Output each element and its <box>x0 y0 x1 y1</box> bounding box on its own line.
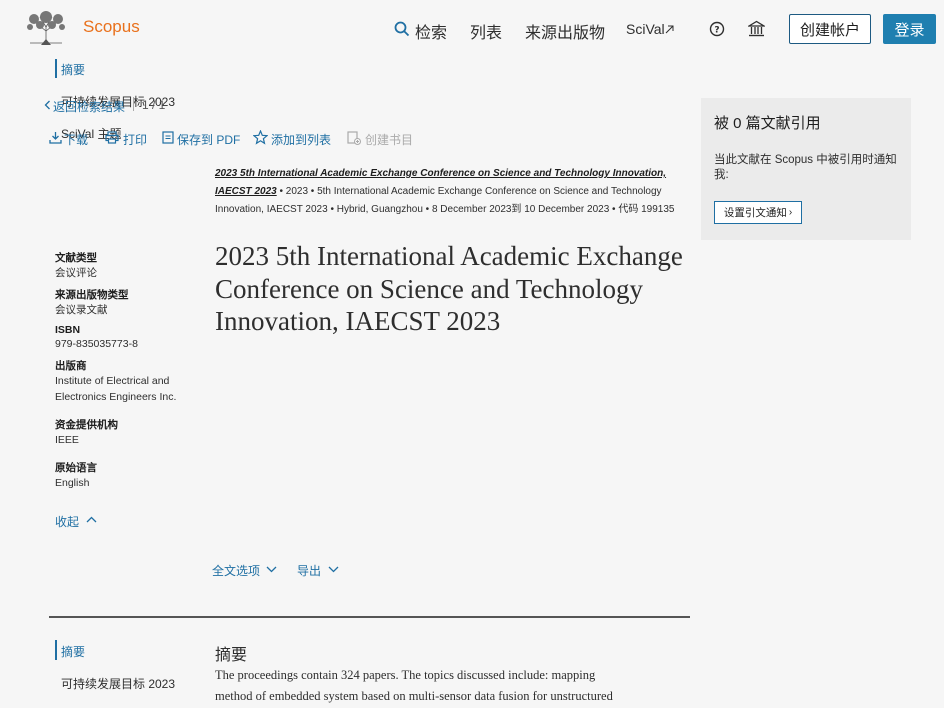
doc-type-value: 会议评论 <box>55 267 97 279</box>
section-divider <box>49 616 690 618</box>
nav-sources[interactable]: 来源出版物 <box>525 19 605 43</box>
doc-type-label: 文献类型 <box>55 252 97 264</box>
cited-by-panel: 被 0 篇文献引用 当此文献在 Scopus 中被引用时通知我: 设置引文通知 … <box>701 98 911 240</box>
isbn-label: ISBN <box>55 324 81 336</box>
chevron-right-icon: › <box>788 207 793 218</box>
star-icon[interactable] <box>253 130 268 145</box>
abstract-heading: 摘要 <box>215 647 248 664</box>
export-button[interactable]: 导出 <box>297 562 321 579</box>
metadata-panel: 文献类型 会议评论 来源出版物类型 会议录文献 ISBN 979-8350357… <box>55 250 205 491</box>
login-button[interactable]: 登录 <box>883 14 936 44</box>
bibliography-icon <box>347 131 361 145</box>
search-icon[interactable] <box>394 21 410 37</box>
print-button[interactable]: 打印 <box>123 131 147 148</box>
publisher-value-1: Institute of Electrical and <box>55 375 170 387</box>
create-account-button[interactable]: 创建帐户 <box>789 14 871 44</box>
top-header: Scopus 检索 列表 来源出版物 SciVal ? 创建帐户 登录 <box>0 0 944 58</box>
source-details: • 2023 • 5th International Academic Exch… <box>279 186 662 197</box>
toc-active-indicator-bottom <box>55 640 57 660</box>
create-bibliography-button: 创建书目 <box>365 133 414 147</box>
toc-abstract-link[interactable]: 摘要 <box>61 61 85 78</box>
print-icon[interactable] <box>105 131 119 144</box>
divider <box>133 97 134 111</box>
institution-icon[interactable] <box>748 20 765 37</box>
set-citation-alert-button[interactable]: 设置引文通知 › <box>714 201 802 224</box>
set-citation-alert-label: 设置引文通知 <box>723 207 787 219</box>
download-icon[interactable] <box>49 131 62 144</box>
source-type-label: 来源出版物类型 <box>55 289 129 301</box>
source-details-2: Innovation, IAECST 2023 • Hybrid, Guangz… <box>215 204 675 215</box>
source-title-link[interactable]: 2023 5th International Academic Exchange… <box>215 168 666 179</box>
language-value: English <box>55 477 90 489</box>
cited-by-description: 当此文献在 Scopus 中被引用时通知我: <box>714 154 897 181</box>
save-pdf-icon[interactable] <box>162 131 174 144</box>
download-button[interactable]: 下载 <box>64 131 88 148</box>
language-label: 原始语言 <box>55 462 97 474</box>
abstract-line-2: method of embedded system based on multi… <box>215 689 613 703</box>
full-text-options-button[interactable]: 全文选项 <box>212 562 260 579</box>
publisher-label: 出版商 <box>55 360 87 372</box>
external-link-icon <box>665 25 674 34</box>
add-to-list-button[interactable]: 添加到列表 <box>271 131 331 148</box>
abstract-text: The proceedings contain 324 papers. The … <box>215 665 685 707</box>
back-to-results-link[interactable]: 返回检索结果 <box>53 98 125 115</box>
save-pdf-button[interactable]: 保存到 PDF <box>177 131 240 148</box>
nav-lists[interactable]: 列表 <box>470 19 502 43</box>
elsevier-logo-icon[interactable] <box>24 9 68 47</box>
toc-sdg-link-bottom[interactable]: 可持续发展目标 2023 <box>61 675 175 692</box>
funding-value: IEEE <box>55 434 79 446</box>
toc-abstract-link-bottom[interactable]: 摘要 <box>61 643 85 660</box>
publisher-value-2: Electronics Engineers Inc. <box>55 391 177 403</box>
abstract-line-1: The proceedings contain 324 papers. The … <box>215 668 596 682</box>
scopus-brand[interactable]: Scopus <box>83 17 140 37</box>
nav-scival[interactable]: SciVal <box>626 21 665 37</box>
svg-text:?: ? <box>714 26 719 36</box>
isbn-value: 979-835035773-8 <box>55 338 138 350</box>
source-type-value: 会议录文献 <box>55 304 108 316</box>
toc-active-indicator <box>55 59 57 78</box>
source-title-link-2[interactable]: IAECST 2023 <box>215 186 277 197</box>
chevron-down-icon[interactable] <box>328 566 339 573</box>
document-title: 2023 5th International Academic Exchange… <box>215 241 683 336</box>
chevron-up-icon[interactable] <box>86 516 97 523</box>
funding-label: 资金提供机构 <box>55 419 118 431</box>
collapse-button[interactable]: 收起 <box>55 513 79 530</box>
cited-by-heading: 被 0 篇文献引用 <box>714 115 821 132</box>
source-info: 2023 5th International Academic Exchange… <box>215 165 685 219</box>
help-icon[interactable]: ? <box>709 21 725 37</box>
chevron-left-icon[interactable] <box>44 100 51 110</box>
chevron-down-icon[interactable] <box>266 566 277 573</box>
result-pager: 1 / 1 <box>142 98 166 112</box>
nav-search[interactable]: 检索 <box>415 19 447 43</box>
